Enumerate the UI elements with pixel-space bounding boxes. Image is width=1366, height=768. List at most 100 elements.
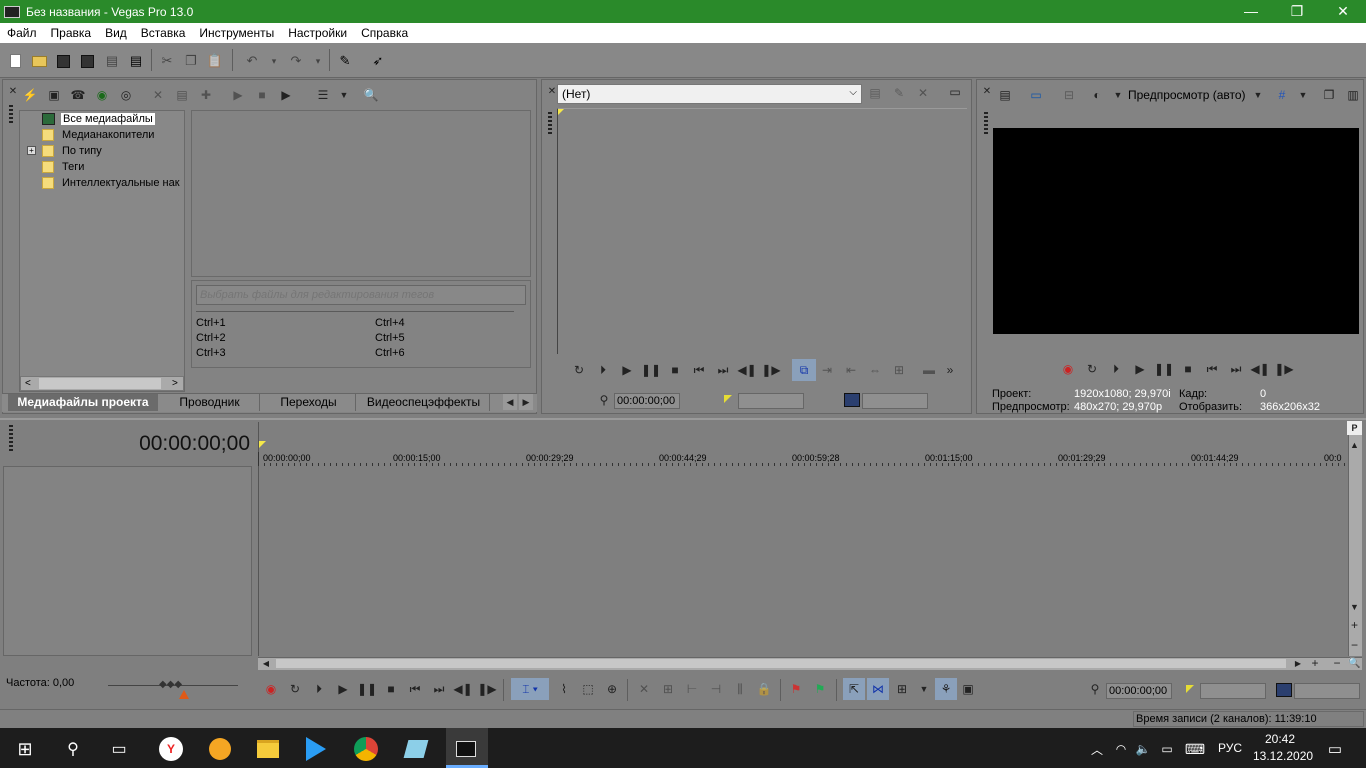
lock-icon[interactable]: 🔒 <box>755 680 773 698</box>
preview-prev-frame-icon[interactable]: ◀❚ <box>1250 360 1269 378</box>
preview-properties-icon[interactable]: ▤ <box>996 86 1014 104</box>
properties-icon[interactable]: ▤ <box>126 51 146 71</box>
views-icon[interactable]: ☰ <box>314 86 332 104</box>
tab-video-fx[interactable]: Видеоспецэффекты <box>358 394 490 411</box>
fx-dropdown-icon[interactable]: ▼ <box>1109 86 1127 104</box>
next-frame-icon[interactable]: ❚▶ <box>761 361 780 379</box>
play-icon[interactable]: ▶ <box>229 86 247 104</box>
rate-slider-thumb-icon[interactable]: ◆◆◆ <box>159 679 182 690</box>
clock-time[interactable]: 20:42 <box>1265 732 1295 746</box>
scroll-down-icon[interactable]: ▼ <box>1347 600 1362 614</box>
task-view-icon[interactable]: ▭ <box>106 736 132 762</box>
scroll-thumb[interactable] <box>39 378 161 389</box>
menu-insert[interactable]: Вставка <box>134 26 193 40</box>
avast-icon[interactable] <box>207 736 233 762</box>
scroll-left-icon[interactable]: < <box>25 378 31 389</box>
save-as-icon[interactable] <box>77 51 97 71</box>
tree-item-media-storage[interactable]: Медианакопители <box>42 127 154 143</box>
preview-mode-label[interactable]: Предпросмотр (авто) <box>1128 88 1246 102</box>
ripple-edit-icon[interactable]: ⊞ <box>893 680 911 698</box>
trim-end-icon[interactable]: ⊣ <box>707 680 725 698</box>
auto-crossfade-icon[interactable]: ⋈ <box>867 678 889 700</box>
language-indicator[interactable]: РУС <box>1218 741 1242 755</box>
close-preview-icon[interactable]: ✕ <box>978 82 996 100</box>
selection-length-field[interactable] <box>1294 683 1360 699</box>
delete-icon[interactable]: ✕ <box>149 86 167 104</box>
scroll-right-icon[interactable]: > <box>172 378 178 389</box>
fx-bypass-icon[interactable]: ◐ <box>1088 86 1106 104</box>
overlays-dropdown-icon[interactable]: ▼ <box>1294 86 1312 104</box>
enable-snapping-icon[interactable]: ✎ <box>335 51 355 71</box>
trim-start-icon[interactable]: ⊢ <box>683 680 701 698</box>
stop-icon[interactable]: ■ <box>253 86 271 104</box>
notebook-icon[interactable] <box>403 736 429 762</box>
volume-bar-icon[interactable]: ▬ <box>920 361 938 379</box>
expand-icon[interactable]: + <box>27 146 36 155</box>
add-to-timeline-end-icon[interactable]: ⇤ <box>842 361 860 379</box>
preview-mode-dropdown-icon[interactable]: ▼ <box>1249 86 1267 104</box>
trimmer-monitor-icon[interactable]: ▭ <box>946 83 964 101</box>
zoom-tool-icon[interactable]: 🔍 <box>1347 656 1362 670</box>
overwrite-icon[interactable]: ⧉ <box>792 359 816 381</box>
open-icon[interactable] <box>29 51 49 71</box>
preview-go-start-icon[interactable]: ⏮ <box>1203 360 1221 378</box>
timeline-pause-icon[interactable]: ❚❚ <box>357 680 377 698</box>
insert-marker-icon[interactable]: ⚑ <box>787 680 805 698</box>
envelope-tool-icon[interactable]: ⌇ <box>555 680 573 698</box>
paste-icon[interactable]: 📋 <box>205 51 225 71</box>
ignore-grouping-icon[interactable]: ▣ <box>959 680 977 698</box>
tree-item-by-type[interactable]: По типу <box>42 143 102 159</box>
insert-region-icon[interactable]: ⚑ <box>811 680 829 698</box>
preview-pause-icon[interactable]: ❚❚ <box>1154 360 1174 378</box>
volume-icon[interactable]: 🔈 <box>1130 736 1156 762</box>
clock-date[interactable]: 13.12.2020 <box>1253 749 1313 763</box>
prev-frame-icon[interactable]: ◀❚ <box>737 361 756 379</box>
timeline-delete-icon[interactable]: ✕ <box>635 680 653 698</box>
more-icon[interactable]: » <box>941 361 959 379</box>
loop-icon[interactable]: ↻ <box>570 361 588 379</box>
render-icon[interactable]: ▤ <box>102 51 122 71</box>
timeline-play-icon[interactable]: ▶ <box>334 680 352 698</box>
play-from-start-icon[interactable]: ⏵ <box>594 361 612 379</box>
go-start-icon[interactable]: ⏮ <box>690 361 708 379</box>
main-timecode[interactable]: 00:00:00;00 <box>120 432 250 456</box>
minimize-button[interactable]: — <box>1228 0 1274 23</box>
save-icon[interactable] <box>53 51 73 71</box>
timeline-go-end-icon[interactable]: ⏭ <box>430 680 448 698</box>
notifications-icon[interactable]: ▭ <box>1322 736 1348 762</box>
trim-icon[interactable]: ⊞ <box>659 680 677 698</box>
selection-start-field[interactable] <box>1200 683 1266 699</box>
timeline-stop-icon[interactable]: ■ <box>382 680 400 698</box>
preview-play-from-start-icon[interactable]: ⏵ <box>1107 360 1125 378</box>
redo-dropdown-icon[interactable]: ▾ <box>308 51 328 71</box>
tray-chevron-icon[interactable]: ︿ <box>1084 736 1110 762</box>
media-fx-icon[interactable]: ✚ <box>197 86 215 104</box>
trimmer-dropdown[interactable]: (Нет) ⌵ <box>557 84 862 104</box>
help-pointer-icon[interactable]: ➶ <box>368 51 388 71</box>
timeline-record-icon[interactable]: ◉ <box>262 680 280 698</box>
in-point-field[interactable] <box>738 393 804 409</box>
auto-preview-icon[interactable]: ▶ <box>277 86 295 104</box>
copy-icon[interactable]: ❐ <box>181 51 201 71</box>
menu-settings[interactable]: Настройки <box>281 26 354 40</box>
trimmer-pen-icon[interactable]: ✎ <box>890 84 908 102</box>
tag-files-input[interactable] <box>196 285 526 305</box>
tab-scroll-left-icon[interactable]: ◀ <box>503 394 517 410</box>
preview-loop-icon[interactable]: ↻ <box>1083 360 1101 378</box>
pause-icon[interactable]: ❚❚ <box>641 361 661 379</box>
snapping-icon[interactable]: ⇱ <box>843 678 865 700</box>
hscroll-right-icon[interactable]: ▶ <box>1292 657 1304 669</box>
normal-edit-tool-icon[interactable]: ⌶ ▾ <box>511 678 549 700</box>
tree-item-all-media[interactable]: Все медиафайлы <box>42 111 155 127</box>
cut-icon[interactable]: ✂ <box>157 51 177 71</box>
hscroll-thumb[interactable] <box>276 659 1286 668</box>
trimmer-timecode[interactable]: 00:00:00;00 <box>614 393 680 409</box>
zoom-edit-tool-icon[interactable]: ⊕ <box>603 680 621 698</box>
menu-tools[interactable]: Инструменты <box>192 26 281 40</box>
scroll-up-icon[interactable]: ▲ <box>1347 438 1362 452</box>
refresh-icon[interactable]: ◉ <box>93 86 111 104</box>
preview-stop-icon[interactable]: ■ <box>1179 360 1197 378</box>
external-monitor-icon[interactable]: ▭ <box>1027 86 1045 104</box>
trimmer-play-icon[interactable]: ▶ <box>618 361 636 379</box>
zoom-out-icon[interactable]: − <box>1330 656 1344 670</box>
